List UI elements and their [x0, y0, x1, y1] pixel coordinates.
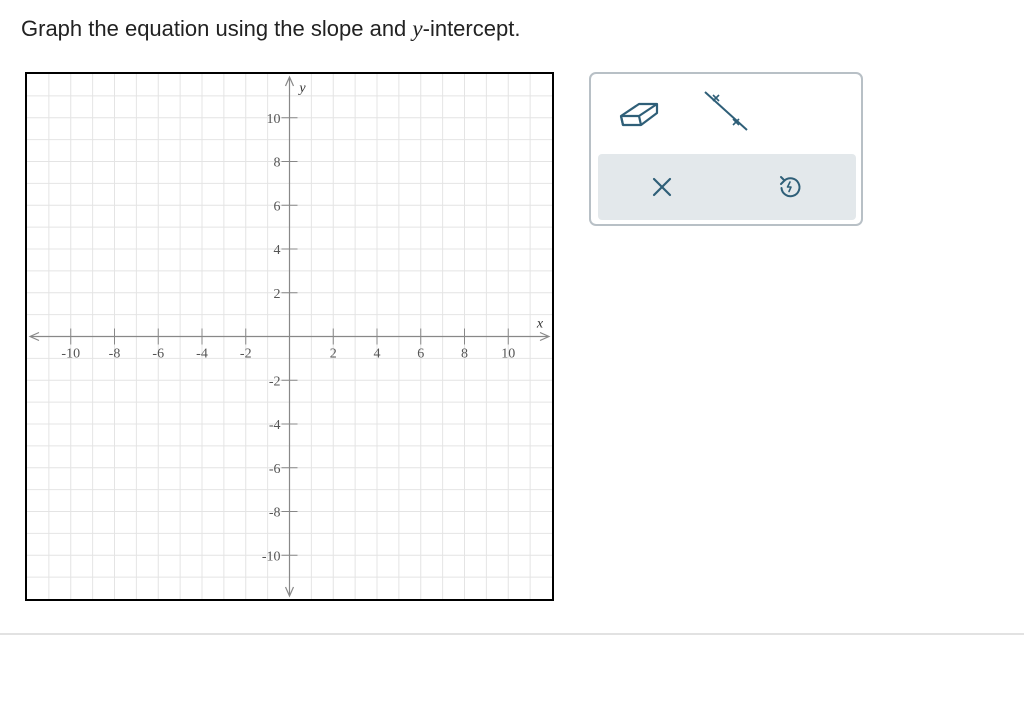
y-tick-label: 2: [274, 287, 281, 302]
page-divider: [0, 633, 1024, 635]
prompt-text-after: -intercept.: [422, 16, 521, 41]
y-tick-label: -4: [269, 418, 281, 433]
x-tick-label: -8: [109, 347, 121, 362]
graphing-toolbox: [589, 72, 863, 226]
y-tick-label: 8: [274, 156, 281, 171]
line-tool-icon: [704, 91, 748, 131]
y-tick-label: -10: [262, 549, 281, 564]
y-tick-label: -2: [269, 374, 281, 389]
x-tick-label: 4: [374, 347, 381, 362]
y-tick-label: -6: [269, 462, 281, 477]
eraser-tool-button[interactable]: [615, 94, 663, 130]
y-tick-label: 10: [267, 112, 281, 127]
x-tick-label: 8: [461, 347, 468, 362]
eraser-icon: [619, 102, 659, 127]
undo-button[interactable]: [776, 173, 804, 201]
action-bar: [598, 154, 856, 220]
clear-button[interactable]: [648, 173, 676, 201]
x-axis-label: x: [536, 317, 544, 332]
question-prompt: Graph the equation using the slope and y…: [21, 16, 520, 42]
y-tick-label: 6: [274, 199, 281, 214]
y-tick-label: 4: [274, 243, 281, 258]
x-tick-label: -2: [240, 347, 252, 362]
coordinate-plane[interactable]: -10 -8 -6 -4 -2 2 4 6 8 10 10 8 6 4 2 -2 -4 -6 -8 -10 x y: [27, 74, 552, 599]
prompt-text-before: Graph the equation using the slope and: [21, 16, 413, 41]
y-axis-label: y: [297, 81, 306, 96]
undo-icon: [780, 176, 801, 198]
x-tick-label: 6: [417, 347, 424, 362]
graph-canvas[interactable]: -10 -8 -6 -4 -2 2 4 6 8 10 10 8 6 4 2 -2 -4 -6 -8 -10 x y: [25, 72, 554, 601]
x-tick-label: -10: [61, 347, 80, 362]
x-tick-label: -6: [152, 347, 164, 362]
x-tick-label: 2: [330, 347, 337, 362]
x-tick-label: -4: [196, 347, 208, 362]
prompt-variable: y: [412, 16, 423, 41]
x-tick-label: 10: [501, 347, 515, 362]
line-tool-button[interactable]: [701, 88, 751, 134]
clear-icon: [652, 177, 672, 197]
y-tick-label: -8: [269, 506, 281, 521]
